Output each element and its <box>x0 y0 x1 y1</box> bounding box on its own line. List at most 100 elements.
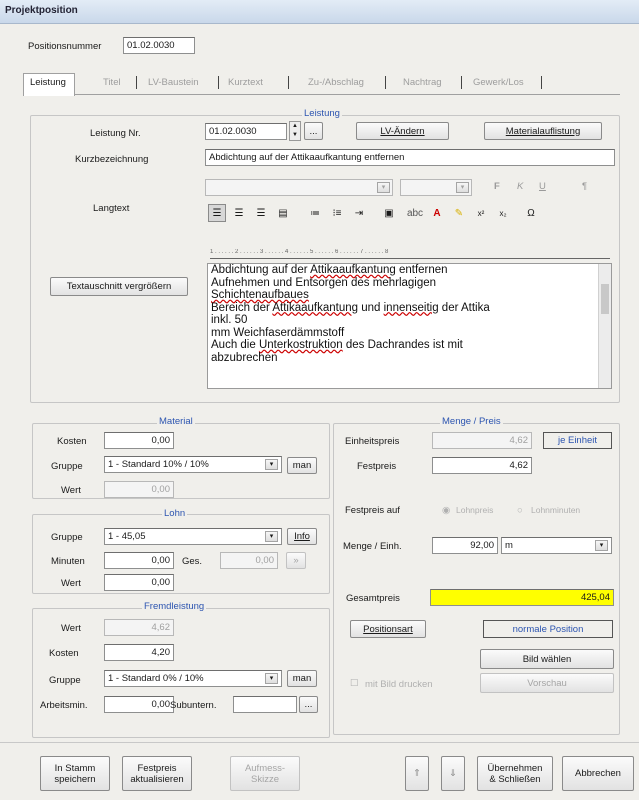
in-stamm-speichern-button[interactable]: In Stamm speichern <box>40 756 110 791</box>
font-size-select[interactable]: ▾ <box>400 179 472 196</box>
lohn-minuten-field[interactable]: 0,00 <box>104 552 174 569</box>
align-center-icon[interactable]: ☰ <box>230 204 248 222</box>
material-gruppe-select[interactable]: 1 - Standard 10% / 10% <box>104 456 282 473</box>
button-label: & Schließen <box>489 773 541 785</box>
spellcheck-word: innenseitig <box>383 301 439 314</box>
tab-bar: Leistung Titel LV-Baustein Kurztext Zu-/… <box>23 73 620 96</box>
numbered-list-icon[interactable]: ⁝≡ <box>328 204 346 222</box>
langtext-editor[interactable]: Abdichtung auf der Attikaaufkantung entf… <box>207 263 612 389</box>
bold-icon[interactable]: F <box>494 181 500 192</box>
tab-nachtrag[interactable]: Nachtrag <box>403 77 442 88</box>
align-right-icon[interactable]: ☰ <box>252 204 270 222</box>
subuntern-field[interactable] <box>233 696 297 713</box>
subuntern-browse-button[interactable]: ... <box>299 696 318 713</box>
tab-separator <box>288 76 289 89</box>
chevron-down-icon[interactable]: ▾ <box>265 531 278 542</box>
align-left-icon[interactable]: ☰ <box>208 204 226 222</box>
paragraph-icon[interactable]: ¶ <box>582 181 587 192</box>
langtext-line: Aufnehmen und Entsorgen des mehrlagigen <box>208 277 611 290</box>
menge-field[interactable]: 92,00 <box>432 537 498 554</box>
bullet-list-icon[interactable]: ≔ <box>306 204 324 222</box>
special-char-icon[interactable]: Ω <box>522 204 540 222</box>
chevron-down-icon[interactable]: ▾ <box>595 540 608 551</box>
lohn-ges-label: Ges. <box>182 556 203 567</box>
tab-separator <box>461 76 462 89</box>
scrollbar-thumb[interactable] <box>601 284 609 314</box>
aufmess-skizze-button[interactable]: Aufmess- Skizze <box>230 756 300 791</box>
tab-zu-abschlag[interactable]: Zu-/Abschlag <box>308 77 364 88</box>
fremd-man-button[interactable]: man <box>287 670 317 687</box>
font-color-icon[interactable]: A <box>428 204 446 222</box>
fremd-kosten-field[interactable]: 4,20 <box>104 644 174 661</box>
superscript-icon[interactable]: x² <box>472 204 490 222</box>
button-label: Übernehmen <box>487 762 543 774</box>
text-run: entfernen <box>395 264 448 276</box>
kurzbezeichnung-field[interactable]: Abdichtung auf der Attikaaufkantung entf… <box>205 149 615 166</box>
chevron-down-icon[interactable]: ▾ <box>265 673 278 684</box>
subuntern-label: Subuntern. <box>170 700 217 711</box>
text-run: mm Weichfaserdämmstoff <box>211 326 345 339</box>
bild-waehlen-button[interactable]: Bild wählen <box>480 649 614 669</box>
lohn-info-button[interactable]: Info <box>287 528 317 545</box>
material-gruppe-label: Gruppe <box>51 461 83 472</box>
fremd-gruppe-select[interactable]: 1 - Standard 0% / 10% <box>104 670 282 687</box>
lohn-ges-button[interactable]: » <box>286 552 306 569</box>
subscript-icon[interactable]: x₂ <box>494 204 512 222</box>
festpreis-field[interactable]: 4,62 <box>432 457 532 474</box>
tab-titel[interactable]: Titel <box>103 77 121 88</box>
uebernehmen-schliessen-button[interactable]: Übernehmen & Schließen <box>477 756 553 791</box>
move-up-icon[interactable]: ⇑ <box>405 756 429 791</box>
leistung-nr-spinner[interactable]: ▲ ▼ <box>289 121 301 141</box>
font-family-select[interactable]: ▾ <box>205 179 393 196</box>
text-run: Auch die <box>211 339 259 351</box>
abbrechen-button[interactable]: Abbrechen <box>562 756 634 791</box>
positionsart-button[interactable]: Positionsart <box>350 620 426 638</box>
lohn-wert-label: Wert <box>61 578 81 589</box>
langtext-label: Langtext <box>93 203 130 214</box>
justify-icon[interactable]: ▤ <box>274 204 292 222</box>
lohn-minuten-label: Minuten <box>51 556 85 567</box>
radio-lohnpreis-icon[interactable]: ◉ <box>442 505 450 516</box>
button-label: aktualisieren <box>130 773 184 785</box>
festpreis-aktualisieren-button[interactable]: Festpreis aktualisieren <box>122 756 192 791</box>
langtext-line: Abdichtung auf der Attikaaufkantung entf… <box>208 264 611 277</box>
material-kosten-field[interactable]: 0,00 <box>104 432 174 449</box>
lohn-gruppe-select[interactable]: 1 - 45,05 <box>104 528 282 545</box>
editor-scrollbar[interactable] <box>598 264 611 388</box>
textausschnitt-button[interactable]: Textauschnitt vergrößern <box>50 277 188 296</box>
mit-bild-checkbox[interactable]: ☐ <box>350 678 359 689</box>
underline-icon[interactable]: U <box>539 181 546 192</box>
tab-leistung[interactable]: Leistung <box>30 77 66 88</box>
lv-aendern-button[interactable]: LV-Ändern <box>356 122 449 140</box>
material-man-button[interactable]: man <box>287 457 317 474</box>
festpreis-auf-label: Festpreis auf <box>345 505 400 516</box>
tab-separator <box>136 76 137 89</box>
positionsnummer-field[interactable]: 01.02.0030 <box>123 37 195 54</box>
arbeitsmin-field[interactable]: 0,00 <box>104 696 174 713</box>
materialauflistung-button[interactable]: Materialauflistung <box>484 122 602 140</box>
langtext-line: mm Weichfaserdämmstoff <box>208 327 611 340</box>
insert-icon[interactable]: ▣ <box>380 204 398 222</box>
tab-lv-baustein[interactable]: LV-Baustein <box>148 77 199 88</box>
langtext-line: Bereich der Attikaaufkantung und innense… <box>208 302 611 315</box>
chevron-down-icon: ▾ <box>377 182 390 193</box>
leistung-nr-browse-button[interactable]: ... <box>304 122 323 140</box>
vorschau-button[interactable]: Vorschau <box>480 673 614 693</box>
highlight-icon[interactable]: ✎ <box>450 204 468 222</box>
tab-kurztext[interactable]: Kurztext <box>228 77 263 88</box>
strikethrough-icon[interactable]: abc <box>406 204 424 222</box>
radio-lohnminuten-icon[interactable]: ○ <box>517 505 523 516</box>
move-down-icon[interactable]: ⇓ <box>441 756 465 791</box>
text-run: der Attika <box>438 301 490 314</box>
leistung-group-title: Leistung <box>302 108 342 119</box>
tab-separator <box>218 76 219 89</box>
tab-gewerk-los[interactable]: Gewerk/Los <box>473 77 524 88</box>
indent-icon[interactable]: ⇥ <box>350 204 368 222</box>
mit-bild-label: mit Bild drucken <box>365 679 433 690</box>
material-title: Material <box>157 416 195 427</box>
leistung-nr-field[interactable]: 01.02.0030 <box>205 123 287 140</box>
button-label: Skizze <box>251 773 279 785</box>
italic-icon[interactable]: K <box>517 181 523 192</box>
chevron-down-icon[interactable]: ▾ <box>265 459 278 470</box>
text-run: Abdichtung auf der <box>211 264 311 276</box>
